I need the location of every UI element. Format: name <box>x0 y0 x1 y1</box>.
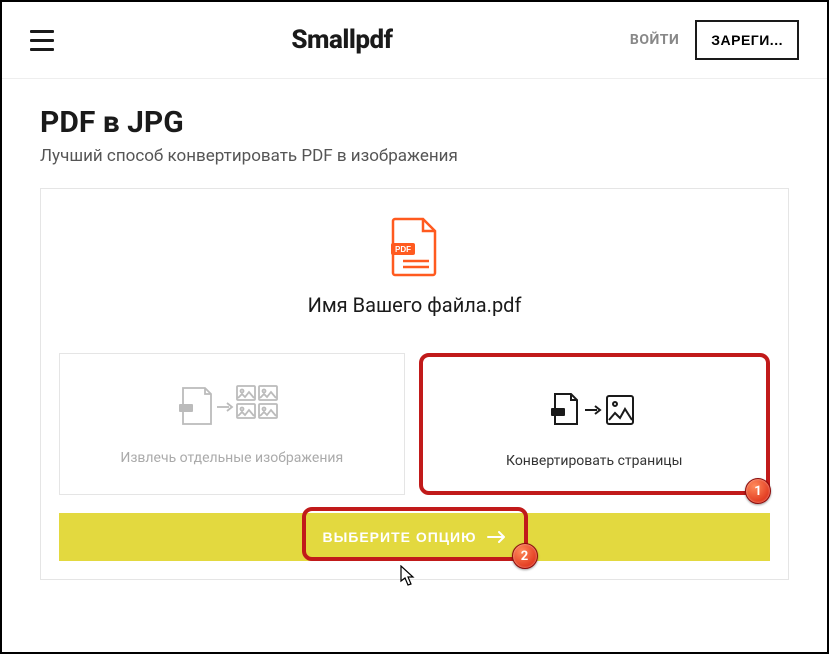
login-link[interactable]: ВОЙТИ <box>630 32 679 48</box>
page-title: PDF в JPG <box>40 105 789 140</box>
file-name: Имя Вашего файла.pdf <box>59 293 770 317</box>
pdf-file-icon: PDF <box>389 217 441 281</box>
arrow-right-icon <box>487 530 507 544</box>
annotation-badge-2: 2 <box>512 543 538 569</box>
option-convert-label: Конвертировать страницы <box>439 453 751 469</box>
svg-text:PDF: PDF <box>180 406 192 412</box>
option-convert-pages[interactable]: PDF Конвертировать страницы 1 <box>419 353 771 495</box>
cta-label: ВЫБЕРИТЕ ОПЦИЮ <box>322 529 476 545</box>
main-panel: PDF Имя Вашего файла.pdf <box>40 188 789 580</box>
logo: Smallpdf <box>291 25 392 55</box>
menu-icon[interactable] <box>30 30 54 51</box>
option-extract-label: Извлечь отдельные изображения <box>76 450 388 466</box>
header: Smallpdf ВОЙТИ ЗАРЕГИ... <box>2 2 827 79</box>
extract-images-icon: PDF <box>76 382 388 432</box>
choose-option-button[interactable]: ВЫБЕРИТЕ ОПЦИЮ <box>59 513 770 561</box>
register-button[interactable]: ЗАРЕГИ... <box>695 20 799 60</box>
svg-text:PDF: PDF <box>395 245 411 254</box>
convert-pages-icon: PDF <box>439 385 751 435</box>
page-subtitle: Лучший способ конвертировать PDF в изобр… <box>40 146 789 166</box>
svg-text:PDF: PDF <box>553 410 565 416</box>
option-extract-images[interactable]: PDF Извлечь отдельные изображения <box>59 353 405 495</box>
annotation-badge-1: 1 <box>745 478 771 504</box>
